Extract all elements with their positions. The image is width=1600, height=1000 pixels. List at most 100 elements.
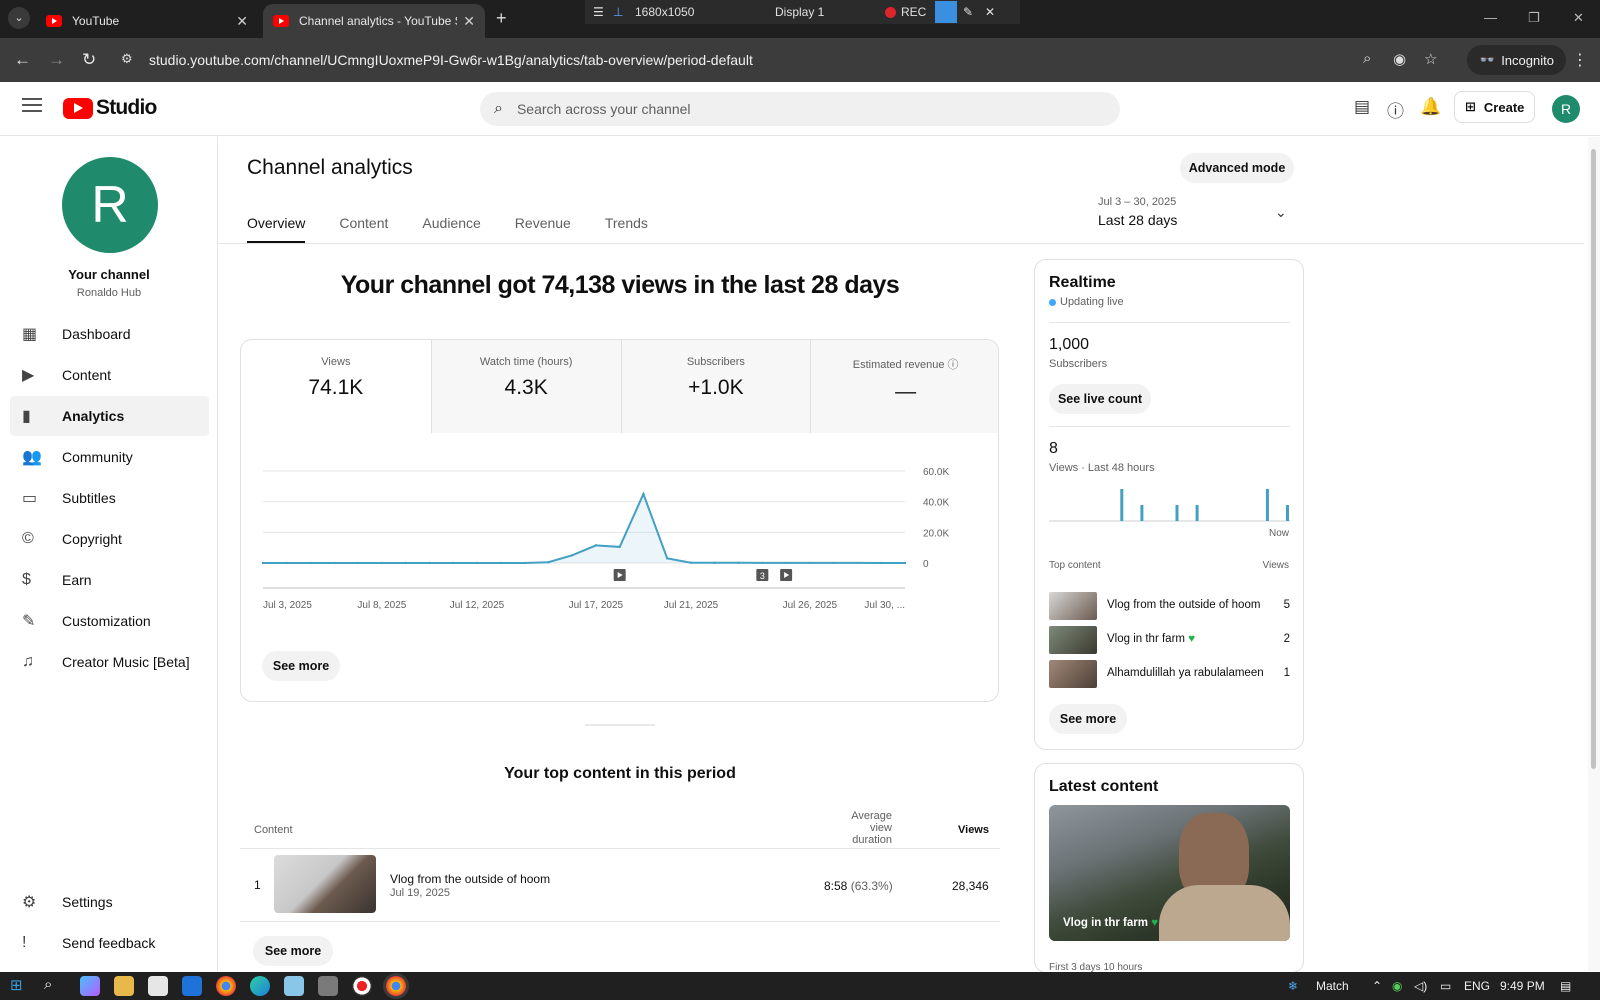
pen-icon[interactable]: ✎	[957, 5, 979, 19]
calculator-icon[interactable]	[318, 976, 338, 996]
sidebar-item-copyright[interactable]: © Copyright	[10, 519, 209, 559]
scrollbar-thumb[interactable]	[1591, 149, 1596, 769]
close-tab-icon[interactable]: ✕	[463, 13, 475, 30]
list-item[interactable]: Vlog in thr farm ♥ 2	[1049, 626, 1290, 654]
tab-revenue[interactable]: Revenue	[515, 210, 571, 244]
advanced-mode-button[interactable]: Advanced mode	[1180, 153, 1294, 183]
outlook-icon[interactable]	[182, 976, 202, 996]
see-live-count-button[interactable]: See live count	[1049, 384, 1151, 414]
url-field[interactable]: studio.youtube.com/channel/UCmngIUoxmeP9…	[149, 52, 753, 68]
window-close-icon[interactable]: ✕	[1573, 10, 1584, 26]
realtime-bar[interactable]	[1195, 505, 1199, 521]
latest-video-thumbnail[interactable]: Vlog in thr farm ♥	[1049, 805, 1290, 941]
list-item[interactable]: Vlog from the outside of hoom 5	[1049, 592, 1290, 620]
weather-text[interactable]: Match	[1316, 979, 1349, 993]
see-more-top-content-button[interactable]: See more	[253, 936, 333, 966]
chevron-down-icon[interactable]: ⌄	[1275, 204, 1287, 221]
col-header-views[interactable]: Views	[958, 824, 989, 836]
metric-subscribers[interactable]: Subscribers +1.0K	[620, 340, 811, 433]
file-explorer-icon[interactable]	[114, 976, 134, 996]
network-icon[interactable]: ▭	[1440, 979, 1451, 993]
date-range-text[interactable]: Jul 3 – 30, 2025	[1098, 196, 1176, 208]
sidebar-item-subtitles[interactable]: ▭ Subtitles	[10, 478, 209, 518]
store-icon[interactable]	[148, 976, 168, 996]
back-icon[interactable]: ←	[14, 50, 31, 70]
language-indicator[interactable]: ENG	[1464, 979, 1490, 993]
browser-tab-analytics[interactable]: Channel analytics - YouTube Studio ✕	[263, 4, 485, 38]
tracking-icon[interactable]: ◉	[1393, 50, 1406, 68]
sidebar-item-settings[interactable]: ⚙ Settings	[10, 882, 209, 922]
metric-revenue[interactable]: Estimated revenue ⓘ —	[810, 340, 998, 433]
sidebar-item-content[interactable]: ▶ Content	[10, 355, 209, 395]
volume-icon[interactable]: ◁)	[1414, 979, 1427, 993]
create-button[interactable]: ⊞ Create	[1454, 91, 1536, 123]
realtime-bar[interactable]	[1286, 505, 1289, 521]
menu-hamburger-icon[interactable]	[22, 98, 42, 112]
notepad-icon[interactable]	[284, 976, 304, 996]
recorder-capture-icon[interactable]	[935, 1, 957, 23]
clock[interactable]: 9:49 PM	[1500, 979, 1545, 993]
tray-app-icon[interactable]: ◉	[1392, 979, 1402, 993]
account-avatar[interactable]: R	[1552, 95, 1580, 123]
search-input[interactable]: ⌕ Search across your channel	[480, 92, 1120, 126]
tab-overview[interactable]: Overview	[247, 210, 306, 244]
bookmark-star-icon[interactable]: ☆	[1424, 50, 1437, 68]
realtime-bar[interactable]	[1265, 489, 1269, 521]
zoom-icon[interactable]: ⌕	[1363, 50, 1371, 67]
sidebar-item-send-feedback[interactable]: ! Send feedback	[10, 923, 209, 963]
browser-tab-youtube[interactable]: YouTube ✕	[36, 4, 258, 38]
date-period-select[interactable]: Last 28 days	[1098, 212, 1177, 228]
reload-icon[interactable]: ↻	[82, 50, 96, 70]
info-icon[interactable]: ⓘ	[948, 359, 959, 371]
list-item[interactable]: Alhamdulillah ya rabulalameen 1	[1049, 660, 1290, 688]
recorder-menu-icon[interactable]: ☰	[593, 5, 613, 19]
taskbar-search-icon[interactable]: ⌕	[44, 976, 52, 993]
metric-watch-time[interactable]: Watch time (hours) 4.3K	[430, 340, 621, 433]
forward-icon[interactable]: →	[48, 50, 65, 70]
studio-logo[interactable]: Studio	[63, 96, 157, 120]
sidebar-item-analytics[interactable]: ▮ Analytics	[10, 396, 209, 436]
sidebar-item-dashboard[interactable]: ▦ Dashboard	[10, 314, 209, 354]
sidebar-item-creator-music[interactable]: ♫ Creator Music [Beta]	[10, 642, 209, 682]
chrome-icon[interactable]	[216, 976, 236, 996]
incognito-badge[interactable]: 👓 Incognito	[1467, 45, 1566, 75]
weather-icon[interactable]: ❄	[1288, 979, 1298, 993]
video-thumbnail[interactable]	[274, 855, 376, 913]
tray-chevron-icon[interactable]: ⌃	[1372, 979, 1382, 993]
realtime-bar[interactable]	[1140, 505, 1144, 521]
restore-icon[interactable]: ❐	[1528, 10, 1540, 26]
browser-menu-icon[interactable]: ⋮	[1572, 50, 1588, 70]
tab-audience[interactable]: Audience	[422, 210, 480, 244]
tab-content[interactable]: Content	[339, 210, 388, 244]
sidebar-item-customization[interactable]: ✎ Customization	[10, 601, 209, 641]
realtime-bar[interactable]	[1120, 489, 1124, 521]
copilot-icon[interactable]	[80, 976, 100, 996]
sidebar-item-earn[interactable]: $ Earn	[10, 560, 209, 600]
page-scrollbar[interactable]	[1588, 137, 1600, 971]
tab-search-button[interactable]: ⌄	[8, 7, 30, 29]
recorder-app-icon[interactable]	[352, 976, 372, 996]
pin-icon[interactable]: ⊥	[613, 5, 635, 19]
chrome-incognito-icon[interactable]	[386, 976, 406, 996]
sidebar-item-community[interactable]: 👥 Community	[10, 437, 209, 477]
video-title[interactable]: Vlog from the outside of hoom	[390, 872, 550, 886]
site-info-icon[interactable]: ⚙	[121, 51, 133, 67]
close-recorder-icon[interactable]: ✕	[979, 5, 1001, 19]
realtime-bar[interactable]	[1175, 505, 1179, 521]
tab-trends[interactable]: Trends	[605, 210, 648, 244]
notifications-bell-icon[interactable]: 🔔	[1420, 97, 1441, 117]
messages-icon[interactable]: ▤	[1354, 97, 1370, 117]
recorder-display[interactable]: Display 1	[775, 5, 885, 19]
windows-start-icon[interactable]: ⊞	[10, 976, 23, 994]
col-header-avg-duration[interactable]: Average view duration	[830, 810, 892, 846]
close-tab-icon[interactable]: ✕	[236, 13, 248, 30]
notifications-icon[interactable]: ▤	[1560, 979, 1571, 993]
help-icon[interactable]: ⓘ	[1387, 97, 1404, 122]
see-more-button[interactable]: See more	[262, 651, 340, 681]
metric-views[interactable]: Views 74.1K	[241, 340, 431, 433]
minimize-icon[interactable]: —	[1484, 10, 1497, 25]
channel-avatar[interactable]: R	[62, 157, 158, 253]
new-tab-button[interactable]: +	[496, 8, 507, 29]
edge-icon[interactable]	[250, 976, 270, 996]
see-more-realtime-button[interactable]: See more	[1049, 704, 1127, 734]
